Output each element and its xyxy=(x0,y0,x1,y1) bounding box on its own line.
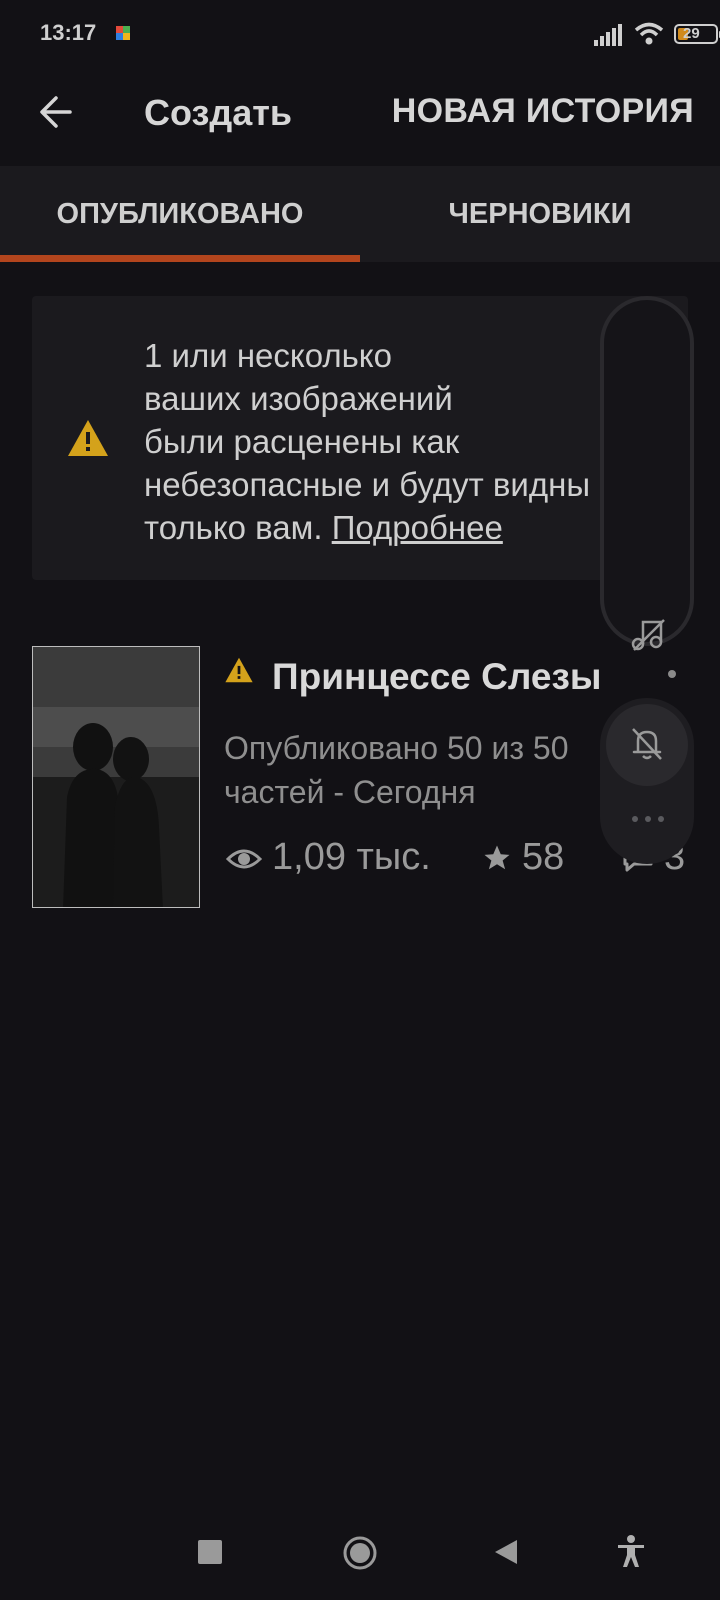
votes-count: 58 xyxy=(522,836,565,878)
recents-button[interactable] xyxy=(198,1540,222,1564)
views-stat: 1,09 тыс. xyxy=(225,836,431,879)
star-icon xyxy=(484,845,510,870)
story-cover-image[interactable] xyxy=(32,646,200,908)
arrow-left-icon[interactable] xyxy=(36,92,76,132)
page-title: Создать xyxy=(144,92,293,133)
music-off-icon[interactable] xyxy=(630,616,666,652)
accessibility-icon[interactable] xyxy=(616,1535,646,1569)
unsafe-images-warning: 1 или несколько ваших изображений были р… xyxy=(32,296,688,580)
app-notification-icon xyxy=(116,26,130,40)
status-time: 13:17 xyxy=(40,20,97,45)
signal-icon xyxy=(594,24,622,46)
more-dots-icon[interactable] xyxy=(630,814,666,824)
system-back-button[interactable] xyxy=(493,1538,519,1566)
app-header: Создать НОВАЯ ИСТОРИЯ xyxy=(0,70,720,166)
active-tab-indicator xyxy=(0,255,360,262)
story-options-icon[interactable] xyxy=(668,670,676,678)
cover-silhouette xyxy=(33,647,199,907)
home-button[interactable] xyxy=(342,1535,378,1571)
tab-drafts[interactable]: ЧЕРНОВИКИ xyxy=(360,166,720,262)
story-title[interactable]: Принцессе Слезы xyxy=(272,656,632,698)
votes-stat: 58 xyxy=(482,836,564,879)
wifi-icon xyxy=(634,22,664,45)
views-count: 1,09 тыс. xyxy=(272,836,431,878)
floating-toolbar xyxy=(600,296,694,646)
battery-icon: 29 xyxy=(674,24,720,44)
bell-off-icon xyxy=(632,728,662,760)
battery-level: 29 xyxy=(683,25,700,42)
mute-notifications-button[interactable] xyxy=(606,704,688,786)
tab-bar: ОПУБЛИКОВАНО ЧЕРНОВИКИ xyxy=(0,166,720,262)
status-bar: 13:17 29 xyxy=(0,0,720,70)
learn-more-link[interactable]: Подробнее xyxy=(332,509,503,546)
warning-triangle-icon xyxy=(68,420,108,456)
tab-published[interactable]: ОПУБЛИКОВАНО xyxy=(0,166,360,262)
eye-icon xyxy=(225,849,263,869)
warning-triangle-icon xyxy=(225,657,253,683)
new-story-button[interactable]: НОВАЯ ИСТОРИЯ xyxy=(392,92,694,131)
